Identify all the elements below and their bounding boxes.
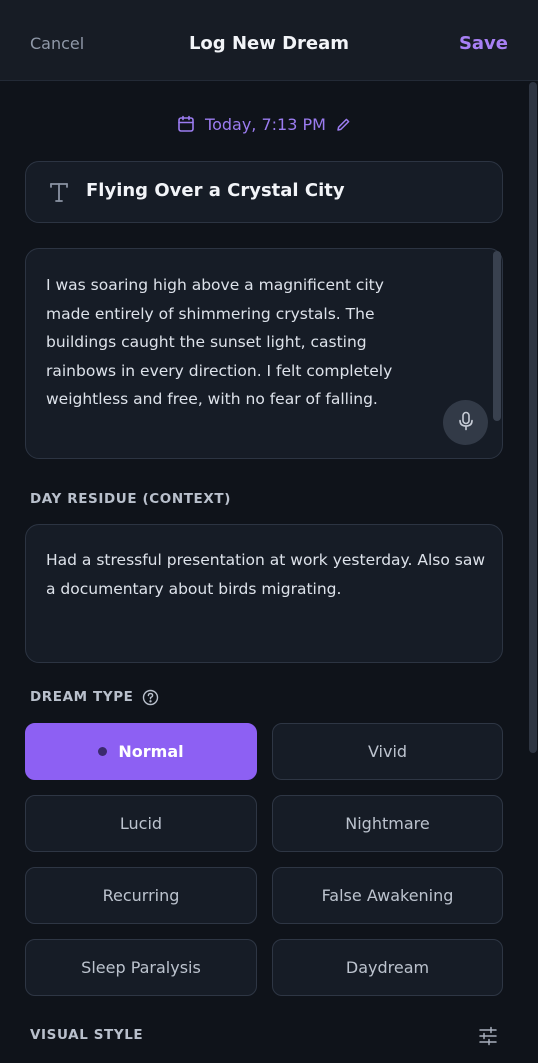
dream-type-option-label: Lucid	[119, 814, 163, 833]
date-selector[interactable]: Today, 7:13 PM	[0, 112, 528, 136]
dream-type-option-label: Normal	[118, 742, 184, 761]
text-type-icon	[48, 180, 70, 208]
dream-description-input[interactable]: I was soaring high above a magnificent c…	[46, 271, 406, 414]
dream-type-option-label: Vivid	[367, 742, 408, 761]
dream-type-option-lucid[interactable]: Lucid	[25, 795, 257, 852]
dream-type-option-sleep-paralysis[interactable]: Sleep Paralysis	[25, 939, 257, 996]
dream-type-label: DREAM TYPE	[30, 689, 134, 705]
dream-description-field[interactable]: I was soaring high above a magnificent c…	[25, 248, 503, 459]
page-title: Log New Dream	[188, 33, 350, 54]
dream-title-field[interactable]: Flying Over a Crystal City	[25, 161, 503, 223]
dream-type-option-false-awakening[interactable]: False Awakening	[272, 867, 503, 924]
dream-type-option-recurring[interactable]: Recurring	[25, 867, 257, 924]
day-residue-input[interactable]: Had a stressful presentation at work yes…	[46, 546, 486, 603]
day-residue-field[interactable]: Had a stressful presentation at work yes…	[25, 524, 503, 663]
save-button[interactable]: Save	[459, 33, 508, 54]
pencil-icon[interactable]	[336, 117, 351, 132]
top-bar: Cancel Log New Dream Save	[0, 0, 538, 81]
day-residue-label: DAY RESIDUE (CONTEXT)	[30, 491, 231, 507]
dream-type-option-daydream[interactable]: Daydream	[272, 939, 503, 996]
help-circle-icon[interactable]	[142, 689, 159, 710]
dream-type-option-vivid[interactable]: Vivid	[272, 723, 503, 780]
page-scrollbar[interactable]	[528, 82, 538, 1063]
selected-dot-icon	[98, 747, 108, 756]
date-text[interactable]: Today, 7:13 PM	[205, 115, 326, 134]
dream-title-input[interactable]: Flying Over a Crystal City	[86, 180, 345, 201]
dream-type-option-label: Daydream	[345, 958, 430, 977]
visual-style-label: VISUAL STYLE	[30, 1027, 144, 1043]
dream-type-option-label: Sleep Paralysis	[81, 958, 201, 977]
calendar-icon	[177, 115, 195, 133]
dream-type-option-label: Recurring	[102, 886, 180, 905]
voice-input-button[interactable]	[443, 400, 488, 445]
page-scrollbar-thumb[interactable]	[529, 82, 537, 753]
sliders-icon[interactable]	[478, 1026, 498, 1050]
dream-type-option-label: False Awakening	[321, 886, 454, 905]
description-scrollbar[interactable]	[493, 251, 501, 421]
dream-type-option-nightmare[interactable]: Nightmare	[272, 795, 503, 852]
dream-type-option-normal[interactable]: Normal	[25, 723, 257, 780]
microphone-icon	[458, 411, 474, 435]
dream-type-option-label: Nightmare	[345, 814, 430, 833]
